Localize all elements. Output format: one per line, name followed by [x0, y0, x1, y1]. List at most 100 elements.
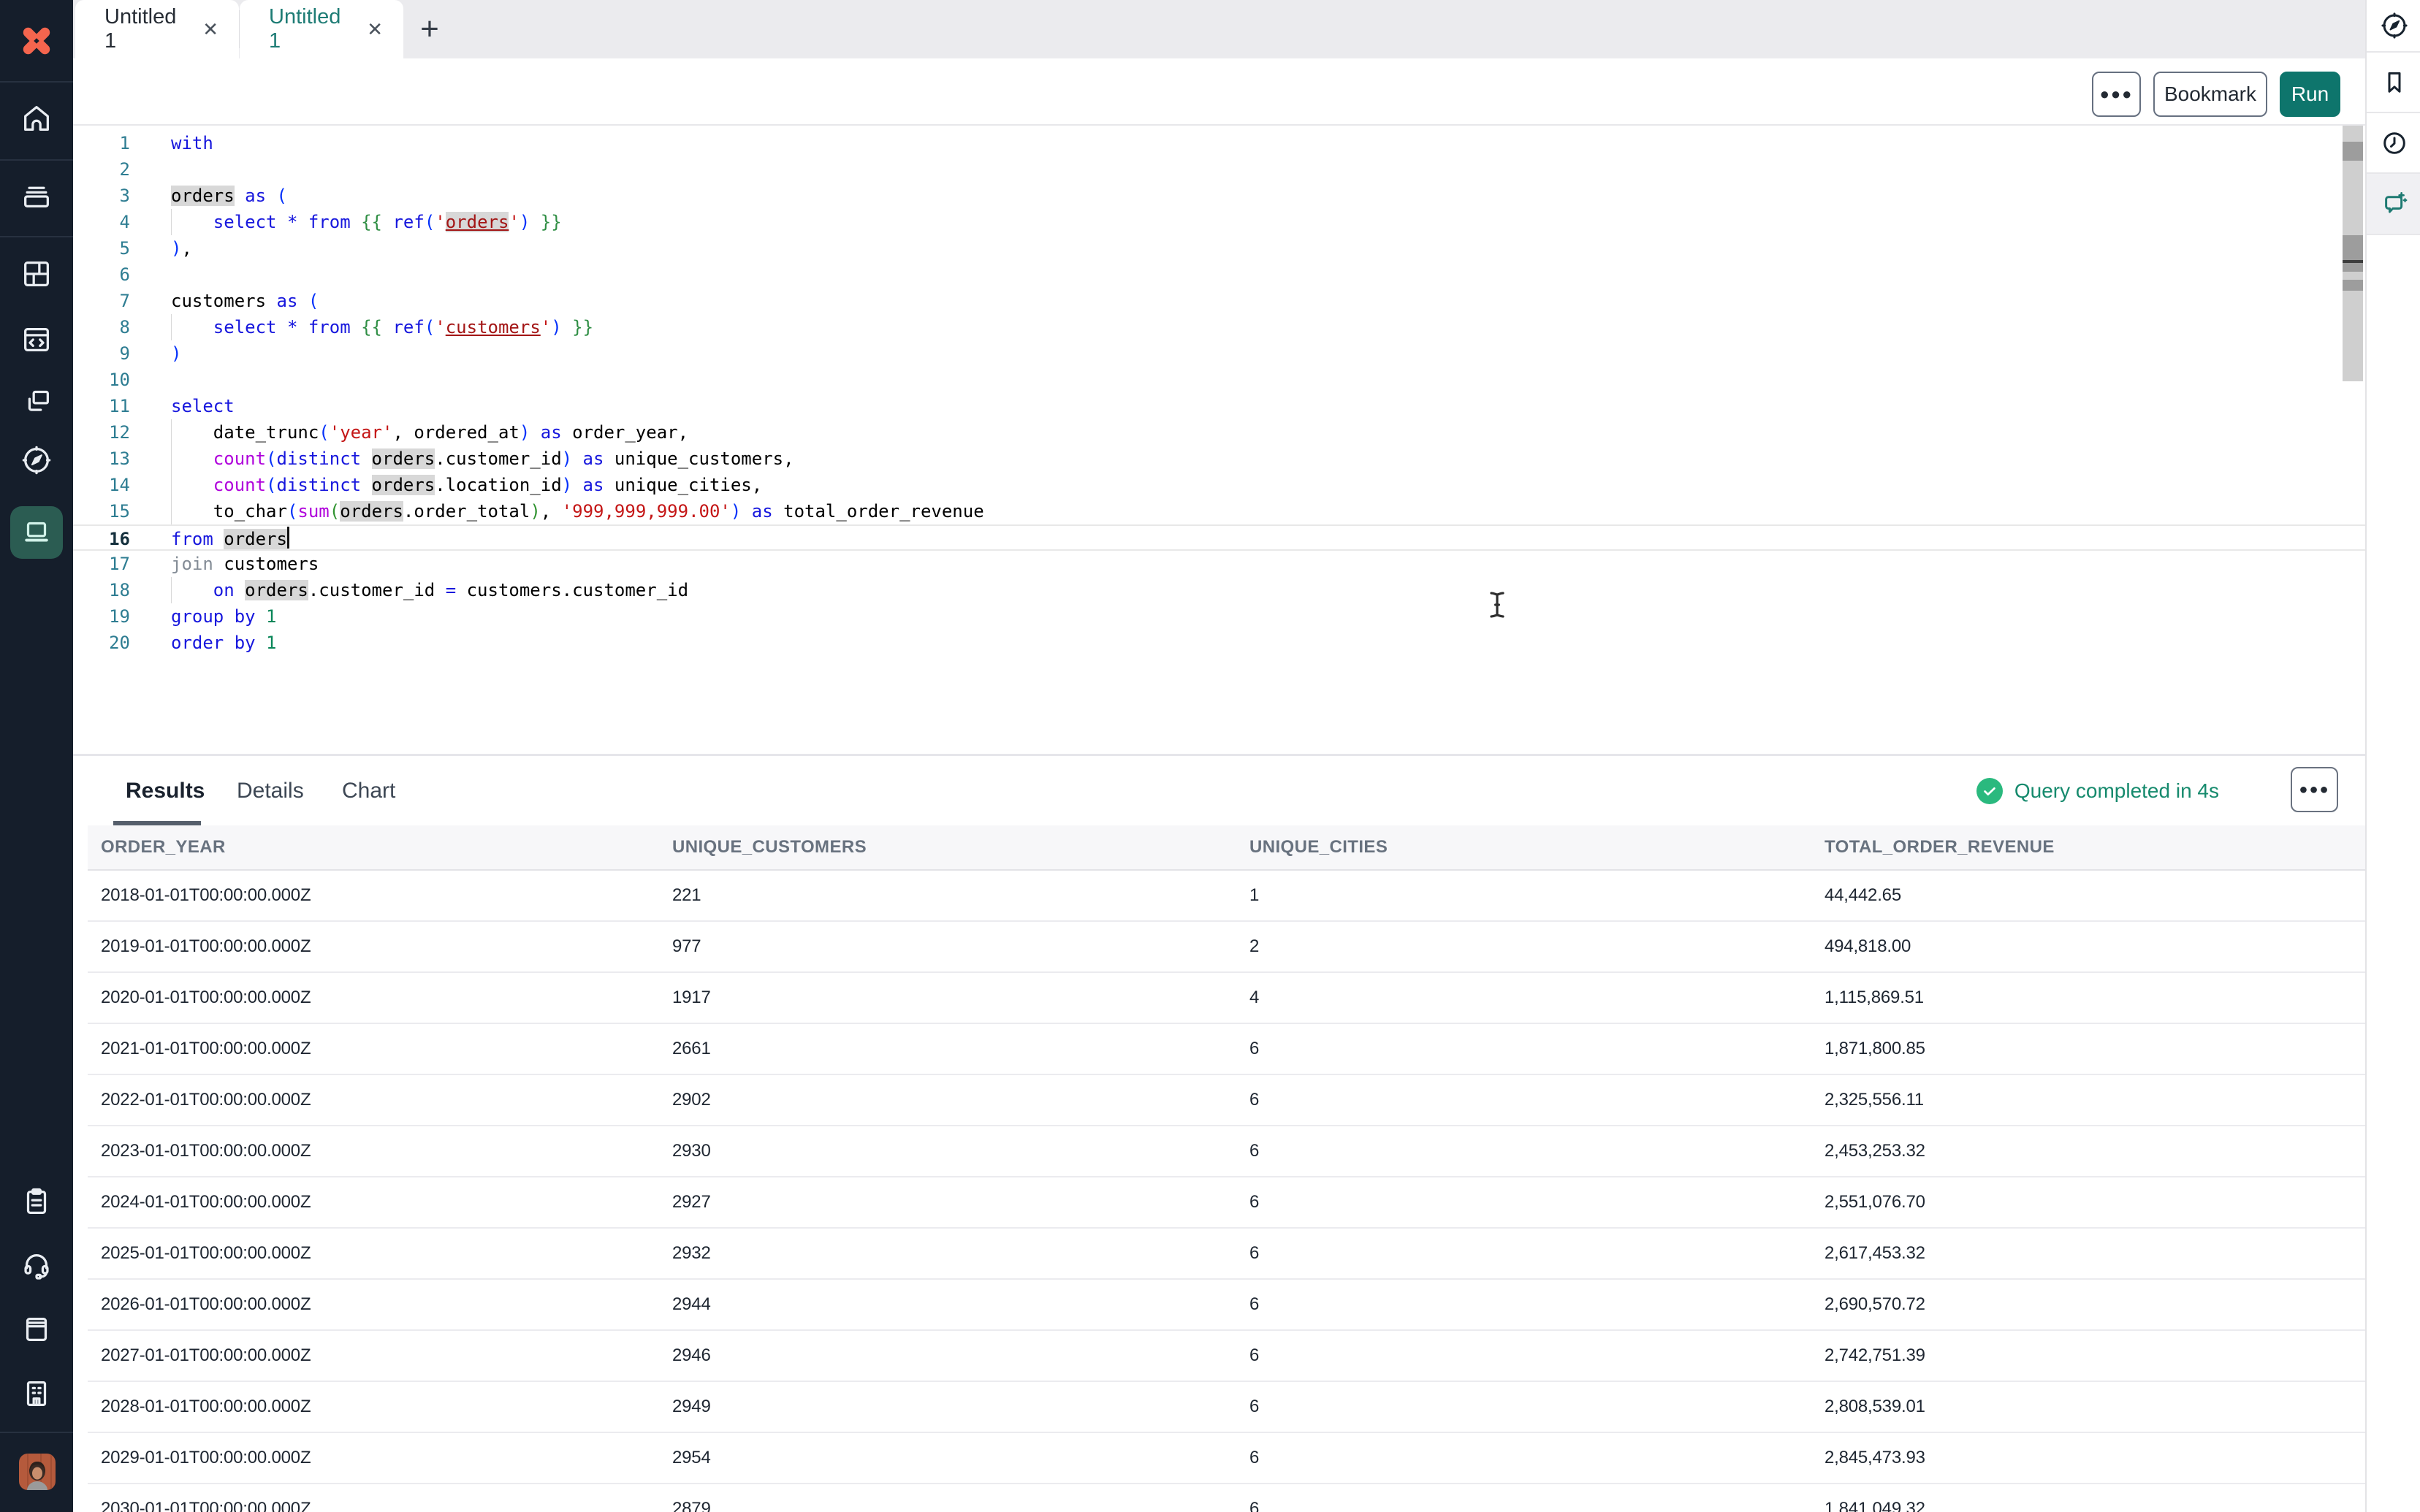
table-cell: 2,742,751.39	[1811, 1345, 2365, 1366]
table-cell: 2027-01-01T00:00:00.000Z	[88, 1345, 659, 1366]
tab-untitled-1-active[interactable]: Untitled 1 ✕	[240, 0, 403, 58]
code-line-18[interactable]: 18 on orders.customer_id = customers.cus…	[73, 577, 2365, 603]
code-line-19[interactable]: 19group by 1	[73, 603, 2365, 630]
code-line-8[interactable]: 8 select * from {{ ref('customers') }}	[73, 314, 2365, 340]
code-line-6[interactable]: 6	[73, 261, 2365, 288]
table-cell: 2020-01-01T00:00:00.000Z	[88, 988, 659, 1008]
notebook-icon	[20, 1313, 53, 1346]
right-sidebar-item-bookmark[interactable]	[2367, 53, 2420, 113]
code-line-11[interactable]: 11select	[73, 393, 2365, 419]
code-line-16[interactable]: 16from orders	[73, 524, 2365, 551]
right-sidebar-item-history-clock[interactable]	[2367, 113, 2420, 174]
table-cell: 6	[1236, 1192, 1811, 1213]
clipboard-icon	[20, 1185, 53, 1218]
code-line-14[interactable]: 14 count(distinct orders.location_id) as…	[73, 472, 2365, 498]
column-header-unique_cities[interactable]: UNIQUE_CITIES	[1236, 837, 1811, 858]
table-row[interactable]: 2024-01-01T00:00:00.000Z292762,551,076.7…	[88, 1177, 2365, 1229]
line-number: 18	[73, 577, 130, 603]
sidebar-item-home[interactable]	[0, 89, 73, 148]
status-text: Query completed in 4s	[2014, 779, 2219, 803]
table-row[interactable]: 2021-01-01T00:00:00.000Z266161,871,800.8…	[88, 1024, 2365, 1075]
tab-chart[interactable]: Chart	[342, 756, 395, 825]
code-text: to_char(sum(orders.order_total), '999,99…	[171, 498, 2336, 524]
table-cell: 2018-01-01T00:00:00.000Z	[88, 885, 659, 906]
results-more-button[interactable]: ●●●	[2291, 767, 2338, 812]
code-line-2[interactable]: 2	[73, 156, 2365, 183]
right-sidebar-item-compass[interactable]	[2367, 0, 2420, 53]
table-row[interactable]: 2020-01-01T00:00:00.000Z191741,115,869.5…	[88, 973, 2365, 1024]
sidebar-item-notebook[interactable]	[0, 1300, 73, 1359]
code-line-7[interactable]: 7customers as (	[73, 288, 2365, 314]
sql-editor[interactable]: 1with23orders as (4 select * from {{ ref…	[73, 126, 2365, 755]
sidebar-item-code-window[interactable]	[0, 310, 73, 369]
scrollbar-cursor-marker	[2343, 260, 2363, 263]
sidebar-item-headset[interactable]	[0, 1236, 73, 1294]
code-line-12[interactable]: 12 date_trunc('year', ordered_at) as ord…	[73, 419, 2365, 446]
line-number: 9	[73, 340, 130, 367]
sidebar-item-compass[interactable]	[0, 431, 73, 489]
column-header-unique_customers[interactable]: UNIQUE_CUSTOMERS	[659, 837, 1236, 858]
close-icon[interactable]: ✕	[202, 20, 218, 39]
table-row[interactable]: 2025-01-01T00:00:00.000Z293262,617,453.3…	[88, 1229, 2365, 1280]
table-row[interactable]: 2030-01-01T00:00:00.000Z287961,841,049.3…	[88, 1484, 2365, 1512]
sidebar-item-clipboard[interactable]	[0, 1172, 73, 1231]
sidebar-item-dashboard-grid[interactable]	[0, 245, 73, 303]
code-line-9[interactable]: 9)	[73, 340, 2365, 367]
code-text: on orders.customer_id = customers.custom…	[171, 577, 2336, 603]
bookmark-button[interactable]: Bookmark	[2153, 72, 2267, 117]
code-line-13[interactable]: 13 count(distinct orders.customer_id) as…	[73, 446, 2365, 472]
table-cell: 494,818.00	[1811, 936, 2365, 957]
inbox-tray-icon	[20, 179, 53, 213]
ai-chat-icon	[2379, 188, 2410, 219]
table-row[interactable]: 2026-01-01T00:00:00.000Z294462,690,570.7…	[88, 1280, 2365, 1331]
code-text: group by 1	[171, 603, 2336, 630]
table-cell: 6	[1236, 1294, 1811, 1315]
run-button[interactable]: Run	[2280, 72, 2340, 117]
line-number: 12	[73, 419, 130, 446]
code-line-3[interactable]: 3orders as (	[73, 183, 2365, 209]
avatar-photo	[19, 1454, 56, 1490]
close-icon[interactable]: ✕	[367, 20, 383, 39]
table-cell: 2022-01-01T00:00:00.000Z	[88, 1090, 659, 1110]
table-row[interactable]: 2028-01-01T00:00:00.000Z294962,808,539.0…	[88, 1382, 2365, 1433]
table-cell: 1,115,869.51	[1811, 988, 2365, 1008]
code-text: orders as (	[171, 183, 2336, 209]
code-line-20[interactable]: 20order by 1	[73, 630, 2365, 656]
table-row[interactable]: 2027-01-01T00:00:00.000Z294662,742,751.3…	[88, 1331, 2365, 1382]
line-number: 4	[73, 209, 130, 235]
table-row[interactable]: 2019-01-01T00:00:00.000Z9772494,818.00	[88, 922, 2365, 973]
table-row[interactable]: 2018-01-01T00:00:00.000Z221144,442.65	[88, 871, 2365, 922]
more-options-button[interactable]: ●●●	[2092, 72, 2141, 117]
table-cell: 2030-01-01T00:00:00.000Z	[88, 1499, 659, 1512]
line-number: 6	[73, 261, 130, 288]
sidebar-item-inbox-tray[interactable]	[0, 167, 73, 225]
left-sidebar	[0, 0, 73, 1512]
code-line-10[interactable]: 10	[73, 367, 2365, 393]
tab-details[interactable]: Details	[237, 756, 304, 825]
column-header-order_year[interactable]: ORDER_YEAR	[88, 837, 659, 858]
code-line-5[interactable]: 5),	[73, 235, 2365, 261]
sidebar-item-building[interactable]	[0, 1364, 73, 1423]
sidebar-item-windows[interactable]	[0, 372, 73, 430]
table-row[interactable]: 2023-01-01T00:00:00.000Z293062,453,253.3…	[88, 1126, 2365, 1177]
line-number: 16	[73, 526, 130, 552]
tab-untitled-1[interactable]: Untitled 1 ✕	[75, 0, 239, 58]
new-tab-button[interactable]: +	[412, 12, 447, 47]
column-header-total_order_revenue[interactable]: TOTAL_ORDER_REVENUE	[1811, 837, 2365, 858]
code-line-1[interactable]: 1with	[73, 130, 2365, 156]
user-avatar[interactable]	[19, 1454, 56, 1490]
sidebar-item-terminal[interactable]	[10, 506, 63, 559]
code-line-17[interactable]: 17join customers	[73, 551, 2365, 577]
tab-results[interactable]: Results	[126, 756, 205, 825]
code-line-15[interactable]: 15 to_char(sum(orders.order_total), '999…	[73, 498, 2365, 524]
editor-scrollbar[interactable]	[2343, 126, 2363, 381]
table-row[interactable]: 2022-01-01T00:00:00.000Z290262,325,556.1…	[88, 1075, 2365, 1126]
right-sidebar-item-ai-chat[interactable]	[2367, 174, 2420, 235]
table-row[interactable]: 2029-01-01T00:00:00.000Z295462,845,473.9…	[88, 1433, 2365, 1484]
app-logo[interactable]	[0, 0, 73, 82]
table-cell: 44,442.65	[1811, 885, 2365, 906]
line-number: 15	[73, 498, 130, 524]
code-line-4[interactable]: 4 select * from {{ ref('orders') }}	[73, 209, 2365, 235]
tab-label: Untitled 1	[269, 5, 351, 53]
table-cell: 2	[1236, 936, 1811, 957]
